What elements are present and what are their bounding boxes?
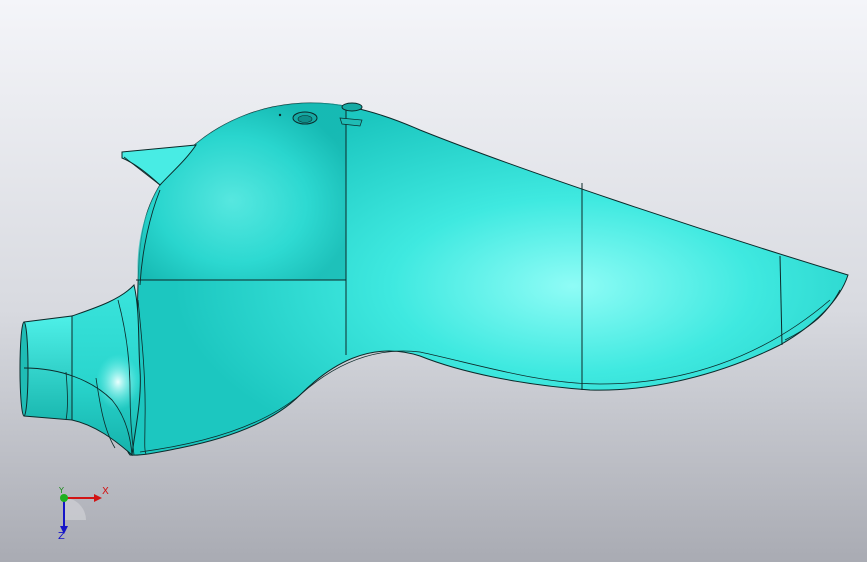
dome-shading — [137, 102, 346, 280]
specular-highlight — [96, 354, 140, 410]
inlet-rim — [19, 321, 29, 417]
x-axis-head — [94, 494, 102, 502]
y-axis-label: Y — [59, 486, 64, 495]
model-view[interactable] — [0, 0, 867, 562]
mount-hole-left-inner — [297, 115, 313, 123]
z-axis-label: Z — [58, 531, 65, 542]
top-dot — [278, 113, 282, 117]
graphics-viewport[interactable]: X Y Z — [0, 0, 867, 562]
orientation-triad: X Y Z — [44, 482, 114, 546]
mount-hole-right[interactable] — [341, 102, 363, 112]
triad-plane-shadow — [64, 498, 86, 520]
x-axis-label: X — [102, 486, 109, 497]
